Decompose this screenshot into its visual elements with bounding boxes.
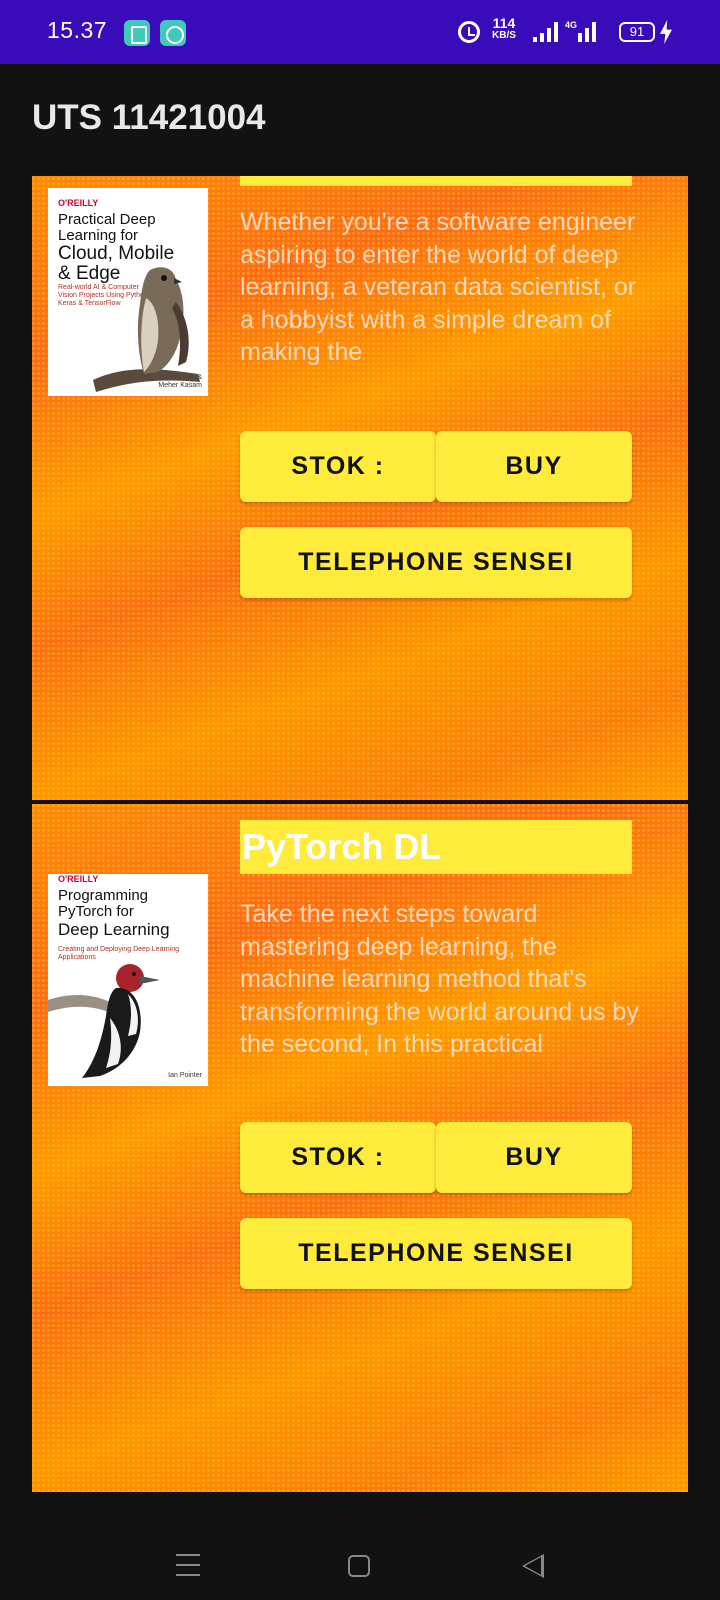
network-type: 4G: [565, 20, 578, 30]
net-speed-value: 114: [492, 15, 516, 31]
falcon-illustration: [93, 267, 200, 392]
status-time: 15.37: [47, 17, 108, 43]
book-title: [240, 176, 632, 186]
cover-authors: Ian Pointer: [168, 1072, 202, 1079]
stok-button[interactable]: STOK :: [240, 431, 436, 502]
cover-publisher: O'REILLY: [58, 198, 99, 208]
book-cover-image: O'REILLY Practical Deep Learning for Clo…: [48, 188, 208, 396]
bottom-spacer: [0, 1492, 720, 1512]
app-notification-icon: [124, 20, 150, 46]
system-nav-bar: [0, 1512, 720, 1600]
chat-notification-icon: [160, 20, 186, 46]
book-cover-image: O'REILLY Programming PyTorch for Deep Le…: [48, 874, 208, 1086]
buy-button[interactable]: BUY: [436, 1122, 632, 1193]
book-card: O'REILLY Programming PyTorch for Deep Le…: [32, 804, 688, 1492]
book-list[interactable]: O'REILLY Practical Deep Learning for Clo…: [32, 176, 688, 1492]
app-title: UTS 11421004: [32, 98, 266, 137]
net-speed-unit: KB/S: [492, 30, 516, 41]
stok-button[interactable]: STOK :: [240, 1122, 436, 1193]
book-title: PyTorch DL: [240, 820, 632, 874]
cover-title: Programming PyTorch for Deep Learning: [58, 887, 170, 940]
recent-apps-icon[interactable]: [176, 1554, 200, 1576]
back-icon[interactable]: [522, 1554, 544, 1578]
net-speed: 114 KB/S: [492, 16, 516, 41]
home-icon[interactable]: [348, 1555, 370, 1577]
status-bar: 15.37 114 KB/S 4G 91: [0, 0, 720, 64]
telephone-sensei-button[interactable]: TELEPHONE SENSEI: [240, 527, 632, 598]
telephone-sensei-button[interactable]: TELEPHONE SENSEI: [240, 1218, 632, 1289]
alarm-icon: [458, 21, 480, 43]
book-card: O'REILLY Practical Deep Learning for Clo…: [32, 176, 688, 800]
woodpecker-illustration: [48, 964, 160, 1078]
cover-publisher: O'REILLY: [58, 874, 99, 884]
book-description: Whether you're a software engineer aspir…: [240, 208, 637, 366]
book-description: Take the next steps toward mastering dee…: [240, 900, 639, 1058]
charging-icon: [660, 20, 672, 44]
battery-icon: 91: [619, 22, 655, 42]
app-bar: UTS 11421004: [0, 64, 720, 174]
buy-button[interactable]: BUY: [436, 431, 632, 502]
